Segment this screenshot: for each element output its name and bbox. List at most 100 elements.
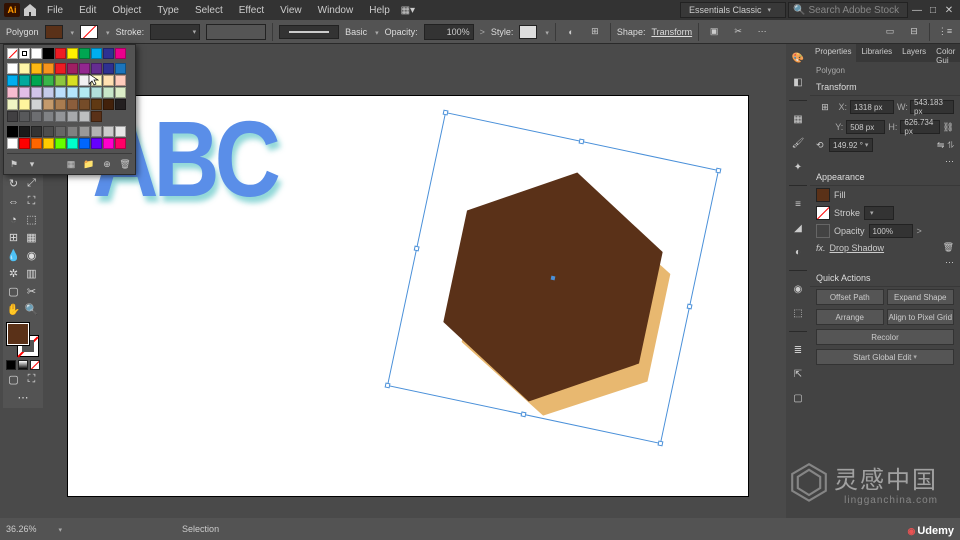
shape-builder-tool[interactable]: ◔	[5, 211, 22, 228]
swatch-item[interactable]	[55, 63, 66, 74]
swatch-item[interactable]	[7, 63, 18, 74]
zoom-dropdown-icon[interactable]	[57, 524, 63, 534]
swatch-item[interactable]	[19, 75, 30, 86]
free-transform-tool[interactable]: ⛶	[23, 193, 40, 210]
swatch-item[interactable]	[103, 138, 114, 149]
swatch-item[interactable]	[7, 99, 18, 110]
search-stock-input[interactable]: 🔍Search Adobe Stock	[788, 2, 908, 18]
var-width-profile[interactable]	[206, 24, 266, 40]
swatch-item[interactable]	[79, 138, 90, 149]
swatch-item[interactable]	[91, 87, 102, 98]
stroke-color-swatch[interactable]	[816, 206, 830, 220]
swatch-menu-icon[interactable]: ▾	[25, 157, 39, 171]
artboards-panel-icon[interactable]: ▢	[790, 390, 806, 406]
asset-export-icon[interactable]: ⇱	[790, 366, 806, 382]
color-guide-icon[interactable]: ◧	[790, 74, 806, 90]
workspace-switcher[interactable]: Essentials Classic	[680, 2, 786, 18]
swatch-options-icon[interactable]: ▦	[64, 157, 78, 171]
swatch-item[interactable]	[79, 99, 90, 110]
symbol-sprayer-tool[interactable]: ✲	[5, 265, 22, 282]
swatch-item[interactable]	[67, 75, 78, 86]
swatch-item[interactable]	[43, 75, 54, 86]
zoom-tool[interactable]: 🔍	[23, 301, 40, 318]
appearance-panel-icon[interactable]: ◉	[790, 281, 806, 297]
swatch-item[interactable]	[79, 63, 90, 74]
swatch-item[interactable]	[7, 126, 18, 137]
close-icon[interactable]: ✕	[942, 3, 956, 17]
minimize-icon[interactable]: —	[910, 3, 924, 17]
graphic-style-swatch[interactable]	[519, 25, 537, 39]
swatch-item[interactable]	[91, 111, 102, 122]
swatch-item[interactable]	[91, 75, 102, 86]
stroke-weight-input[interactable]	[150, 24, 200, 40]
style-dropdown-icon[interactable]	[543, 27, 549, 37]
options-icon[interactable]: ⋯	[753, 23, 771, 41]
swatch-item[interactable]	[115, 126, 126, 137]
swatch-item[interactable]	[79, 48, 90, 59]
gradient-panel-icon[interactable]: ◢	[790, 220, 806, 236]
swatch-item[interactable]	[115, 138, 126, 149]
swatch-item[interactable]	[19, 87, 30, 98]
stroke-dropdown-icon[interactable]	[104, 27, 110, 37]
w-input[interactable]: 543.183 px	[910, 100, 954, 114]
screen-mode-normal[interactable]: ▢	[5, 371, 22, 388]
swatch-item[interactable]	[67, 111, 78, 122]
recolor-icon[interactable]: ◐	[562, 23, 580, 41]
swatch-item[interactable]	[31, 126, 42, 137]
swatch-item[interactable]	[91, 138, 102, 149]
swatch-item[interactable]	[55, 126, 66, 137]
swatch-item[interactable]	[115, 48, 126, 59]
swatch-item[interactable]	[19, 126, 30, 137]
selection-handle[interactable]	[687, 304, 693, 310]
eyedropper-tool[interactable]: 💧	[5, 247, 22, 264]
swatch-item[interactable]	[19, 111, 30, 122]
delete-effect-icon[interactable]: 🗑	[943, 242, 954, 253]
swatch-item[interactable]	[103, 63, 114, 74]
hand-tool[interactable]: ✋	[5, 301, 22, 318]
cut-path-icon[interactable]: ✂	[729, 23, 747, 41]
selection-handle[interactable]	[443, 110, 449, 116]
swatches-panel-icon[interactable]: ▦	[790, 111, 806, 127]
menu-window[interactable]: Window	[311, 2, 361, 19]
swatch-item[interactable]	[91, 63, 102, 74]
swatch-item[interactable]	[115, 87, 126, 98]
swatch-item[interactable]	[31, 87, 42, 98]
home-icon[interactable]	[22, 2, 38, 18]
swatch-item[interactable]	[79, 111, 90, 122]
flip-v-icon[interactable]: ⥮	[947, 140, 954, 151]
menu-help[interactable]: Help	[362, 2, 397, 19]
artboard-tool[interactable]: ▢	[5, 283, 22, 300]
swatch-item[interactable]	[31, 75, 42, 86]
offset-path-button[interactable]: Offset Path	[816, 289, 884, 305]
swatch-none[interactable]	[7, 48, 18, 59]
arrange-docs-icon[interactable]: ▦▾	[399, 1, 417, 19]
swatch-item[interactable]	[91, 126, 102, 137]
x-input[interactable]: 1318 px	[850, 100, 894, 114]
color-panel-icon[interactable]: 🎨	[790, 50, 806, 66]
swatch-item[interactable]	[43, 99, 54, 110]
swatch-item[interactable]	[43, 87, 54, 98]
slice-tool[interactable]: ✂	[23, 283, 40, 300]
menu-edit[interactable]: Edit	[72, 2, 103, 19]
isolate-icon[interactable]: ▣	[705, 23, 723, 41]
swatch-item[interactable]	[7, 75, 18, 86]
flip-h-icon[interactable]: ⇋	[937, 140, 945, 151]
fill-stroke-indicator[interactable]	[5, 323, 41, 357]
scale-tool[interactable]: ⤢	[23, 175, 40, 192]
selection-bounds[interactable]	[387, 112, 719, 444]
swatch-item[interactable]	[91, 99, 102, 110]
swatch-item[interactable]	[43, 126, 54, 137]
tab-layers[interactable]: Layers	[897, 44, 931, 62]
delete-swatch-icon[interactable]: 🗑	[118, 157, 132, 171]
swatch-item[interactable]	[55, 111, 66, 122]
selection-handle[interactable]	[715, 168, 721, 174]
global-edit-button[interactable]: Start Global Edit	[816, 349, 954, 365]
menu-type[interactable]: Type	[150, 2, 186, 19]
swatch-item[interactable]	[31, 99, 42, 110]
opacity-checkbox[interactable]	[816, 224, 830, 238]
swatch-item[interactable]	[7, 87, 18, 98]
swatch-item[interactable]	[31, 111, 42, 122]
fill-swatch[interactable]	[45, 25, 63, 39]
swatch-item[interactable]	[79, 75, 90, 86]
swatch-item[interactable]	[79, 126, 90, 137]
